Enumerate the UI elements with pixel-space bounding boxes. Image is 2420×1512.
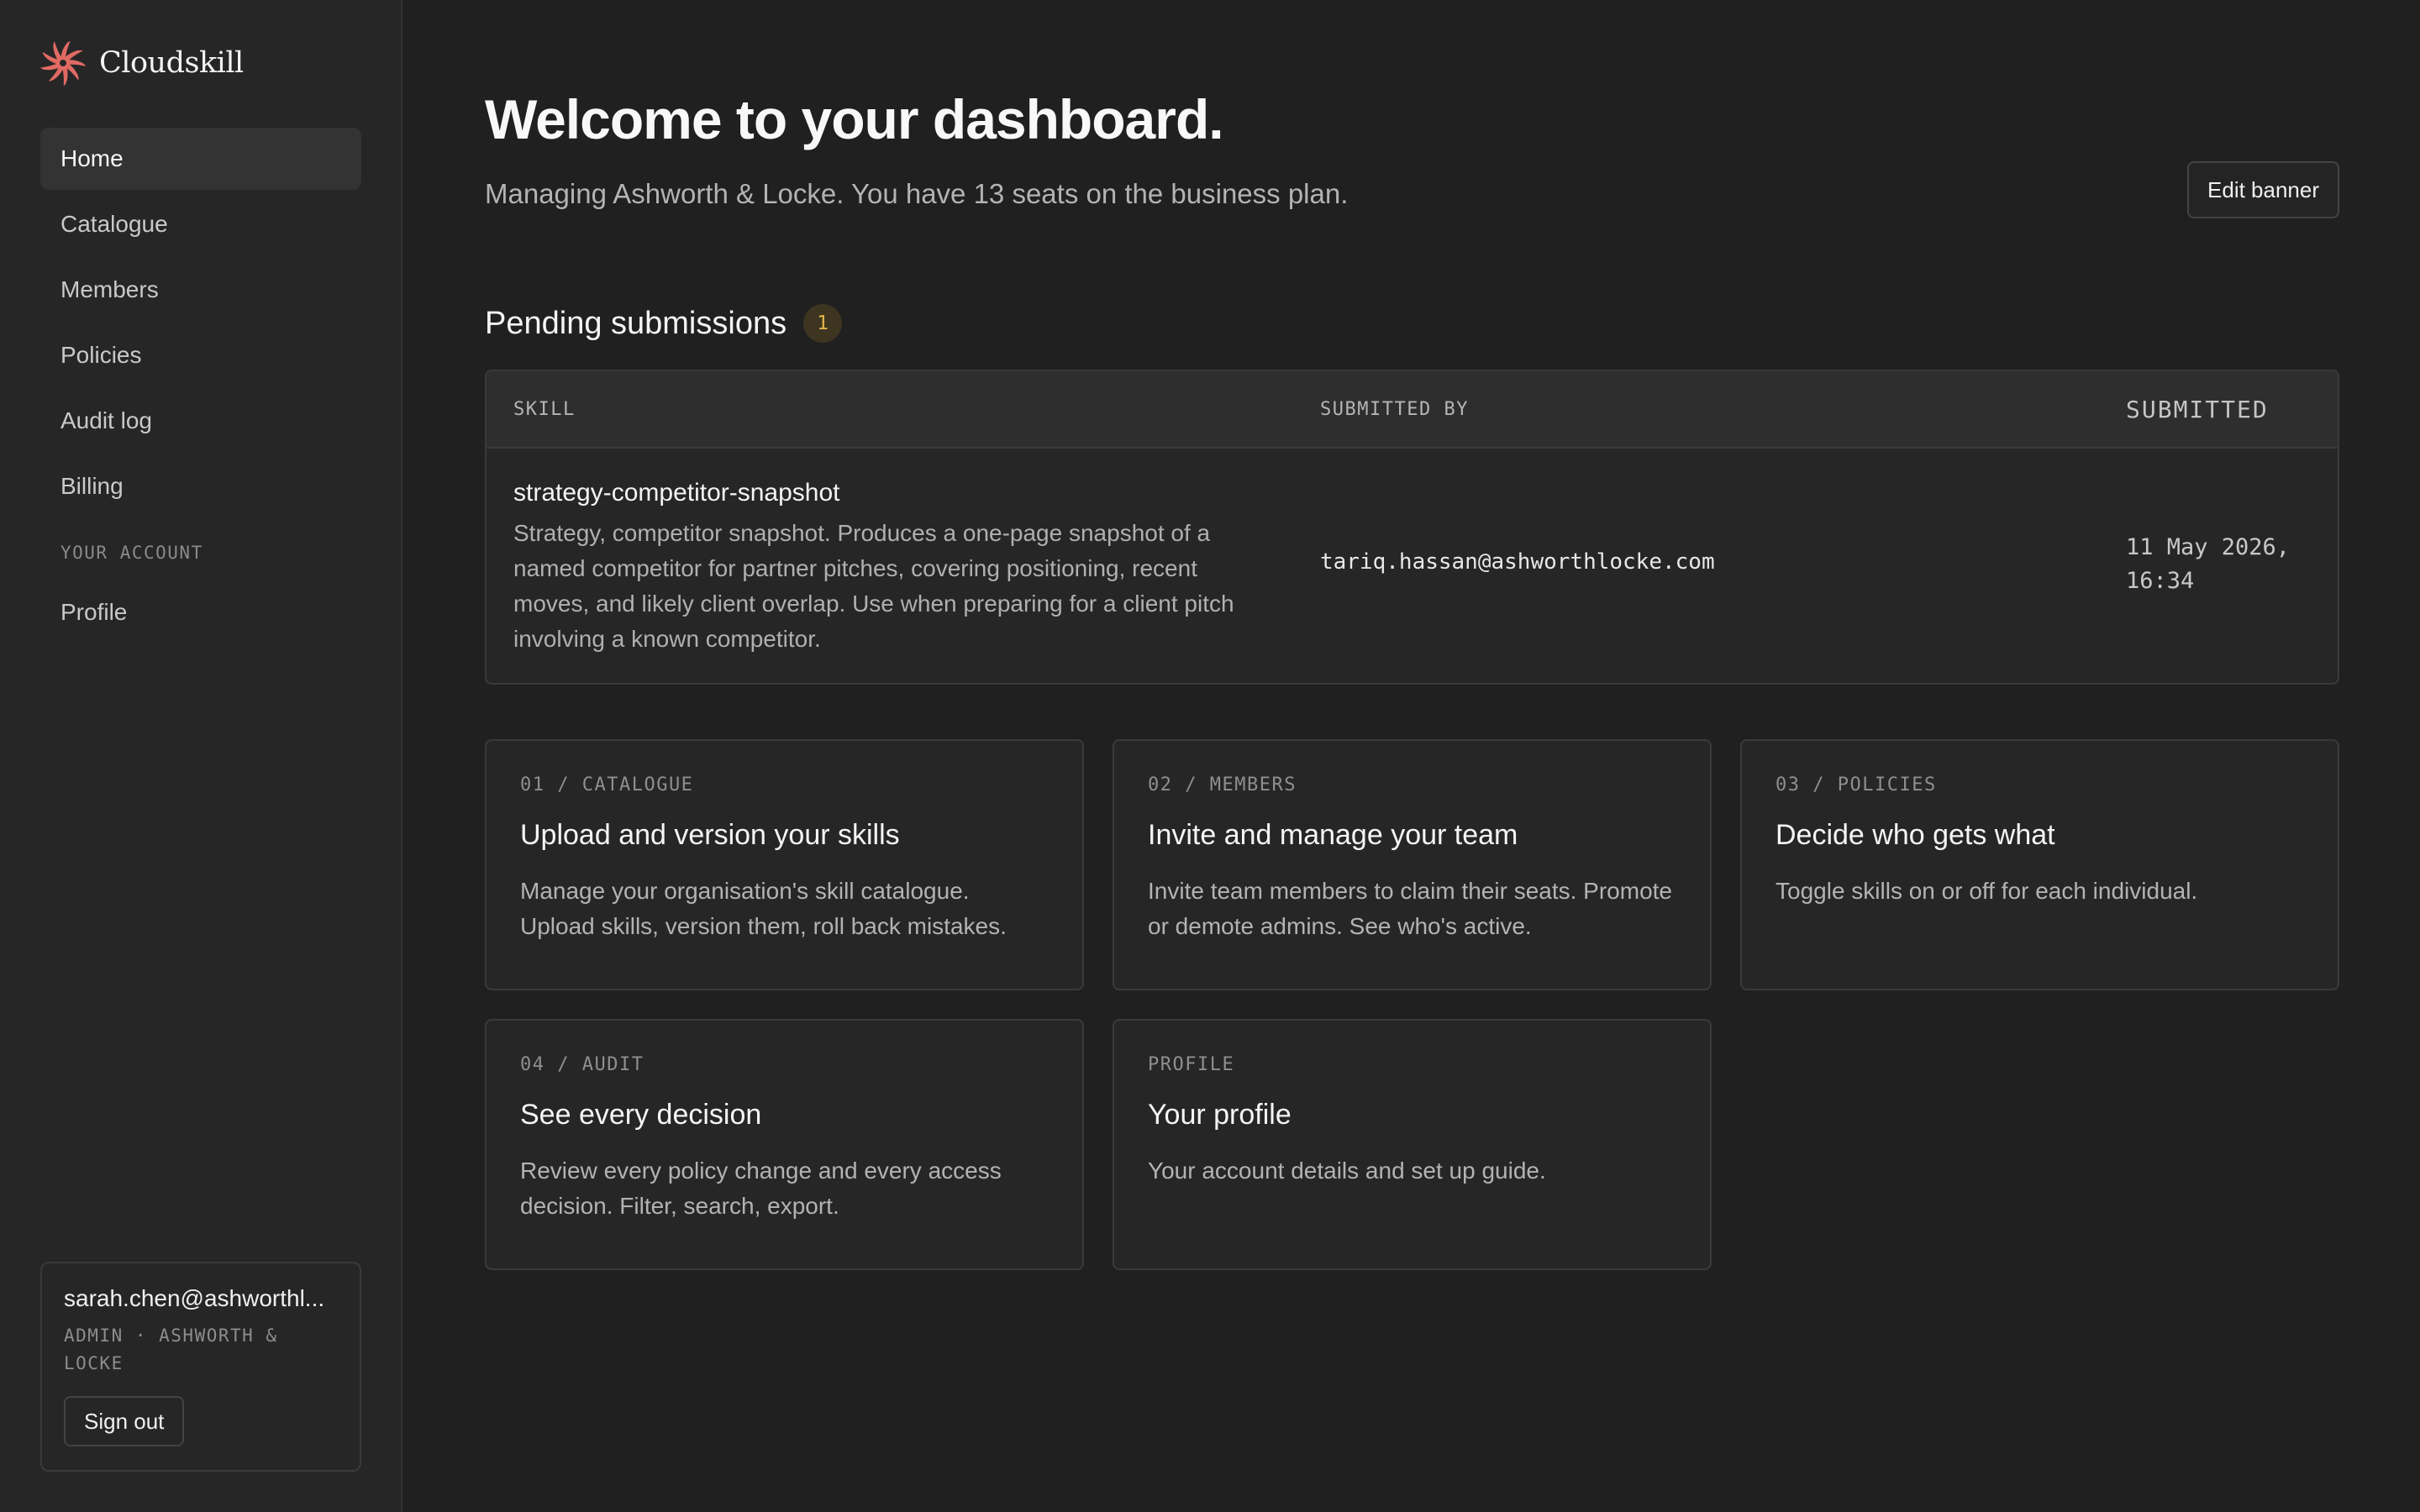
sidebar-nav: Home Catalogue Members Policies Audit lo… xyxy=(40,128,361,647)
page-subtitle: Managing Ashworth & Locke. You have 13 s… xyxy=(485,178,1349,209)
card-kicker: 01 / CATALOGUE xyxy=(520,774,694,795)
card-title: Decide who gets what xyxy=(1776,819,2055,851)
pending-submissions-header: Pending submissions 1 xyxy=(485,304,843,343)
sidebar-item-billing[interactable]: Billing xyxy=(40,455,361,517)
sign-out-button[interactable]: Sign out xyxy=(64,1396,185,1446)
table-header: SKILL SUBMITTED BY SUBMITTED xyxy=(487,371,2338,449)
card-kicker: PROFILE xyxy=(1148,1054,1235,1075)
submitted-timestamp: 11 May 2026, 16:34 xyxy=(2126,534,2291,594)
card-kicker: 03 / POLICIES xyxy=(1776,774,1937,795)
card-kicker: 04 / AUDIT xyxy=(520,1054,644,1075)
brand-name: Cloudskill xyxy=(99,46,244,80)
sidebar-item-home[interactable]: Home xyxy=(40,128,361,190)
card-kicker: 02 / MEMBERS xyxy=(1148,774,1297,795)
page-title: Welcome to your dashboard. xyxy=(485,88,1224,150)
sidebar-item-profile[interactable]: Profile xyxy=(40,581,361,643)
card-audit[interactable]: 04 / AUDIT See every decision Review eve… xyxy=(485,1019,1084,1270)
sidebar-item-catalogue[interactable]: Catalogue xyxy=(40,193,361,255)
card-description: Review every policy change and every acc… xyxy=(520,1158,1002,1219)
column-header-skill: SKILL xyxy=(513,398,576,420)
sidebar-item-policies[interactable]: Policies xyxy=(40,324,361,386)
sidebar-section-your-account: YOUR ACCOUNT xyxy=(60,543,203,563)
table-row[interactable]: strategy-competitor-snapshot Strategy, c… xyxy=(487,449,2338,683)
card-members[interactable]: 02 / MEMBERS Invite and manage your team… xyxy=(1113,739,1712,990)
card-description: Toggle skills on or off for each individ… xyxy=(1776,878,2198,904)
card-title: See every decision xyxy=(520,1099,762,1131)
pending-submissions-title: Pending submissions xyxy=(485,305,787,341)
card-title: Your profile xyxy=(1148,1099,1292,1131)
feature-cards: 01 / CATALOGUE Upload and version your s… xyxy=(485,739,2339,1270)
card-policies[interactable]: 03 / POLICIES Decide who gets what Toggl… xyxy=(1740,739,2339,990)
card-description: Manage your organisation's skill catalog… xyxy=(520,878,1007,939)
card-title: Invite and manage your team xyxy=(1148,819,1518,851)
card-catalogue[interactable]: 01 / CATALOGUE Upload and version your s… xyxy=(485,739,1084,990)
card-description: Invite team members to claim their seats… xyxy=(1148,878,1672,939)
sidebar: Cloudskill Home Catalogue Members Polici… xyxy=(0,0,402,1512)
account-card: sarah.chen@ashworthl... ADMIN · ASHWORTH… xyxy=(40,1262,361,1472)
brand[interactable]: Cloudskill xyxy=(39,39,244,87)
pending-submissions-table: SKILL SUBMITTED BY SUBMITTED strategy-co… xyxy=(485,370,2339,685)
edit-banner-button[interactable]: Edit banner xyxy=(2187,161,2339,218)
skill-name[interactable]: strategy-competitor-snapshot xyxy=(513,479,840,507)
sidebar-item-audit-log[interactable]: Audit log xyxy=(40,390,361,452)
card-profile[interactable]: PROFILE Your profile Your account detail… xyxy=(1113,1019,1712,1270)
column-header-submitted: SUBMITTED xyxy=(2126,395,2269,423)
card-description: Your account details and set up guide. xyxy=(1148,1158,1546,1184)
account-email: sarah.chen@ashworthl... xyxy=(64,1285,325,1311)
account-role: ADMIN · ASHWORTH & LOCKE xyxy=(64,1326,278,1373)
column-header-submitted-by: SUBMITTED BY xyxy=(1320,398,1469,420)
pending-count-badge: 1 xyxy=(803,304,843,343)
sidebar-item-members[interactable]: Members xyxy=(40,259,361,321)
submitted-by-email: tariq.hassan@ashworthlocke.com xyxy=(1320,549,1715,575)
skill-description: Strategy, competitor snapshot. Produces … xyxy=(513,520,1234,652)
cloudskill-logo-icon xyxy=(40,40,87,87)
card-title: Upload and version your skills xyxy=(520,819,900,851)
